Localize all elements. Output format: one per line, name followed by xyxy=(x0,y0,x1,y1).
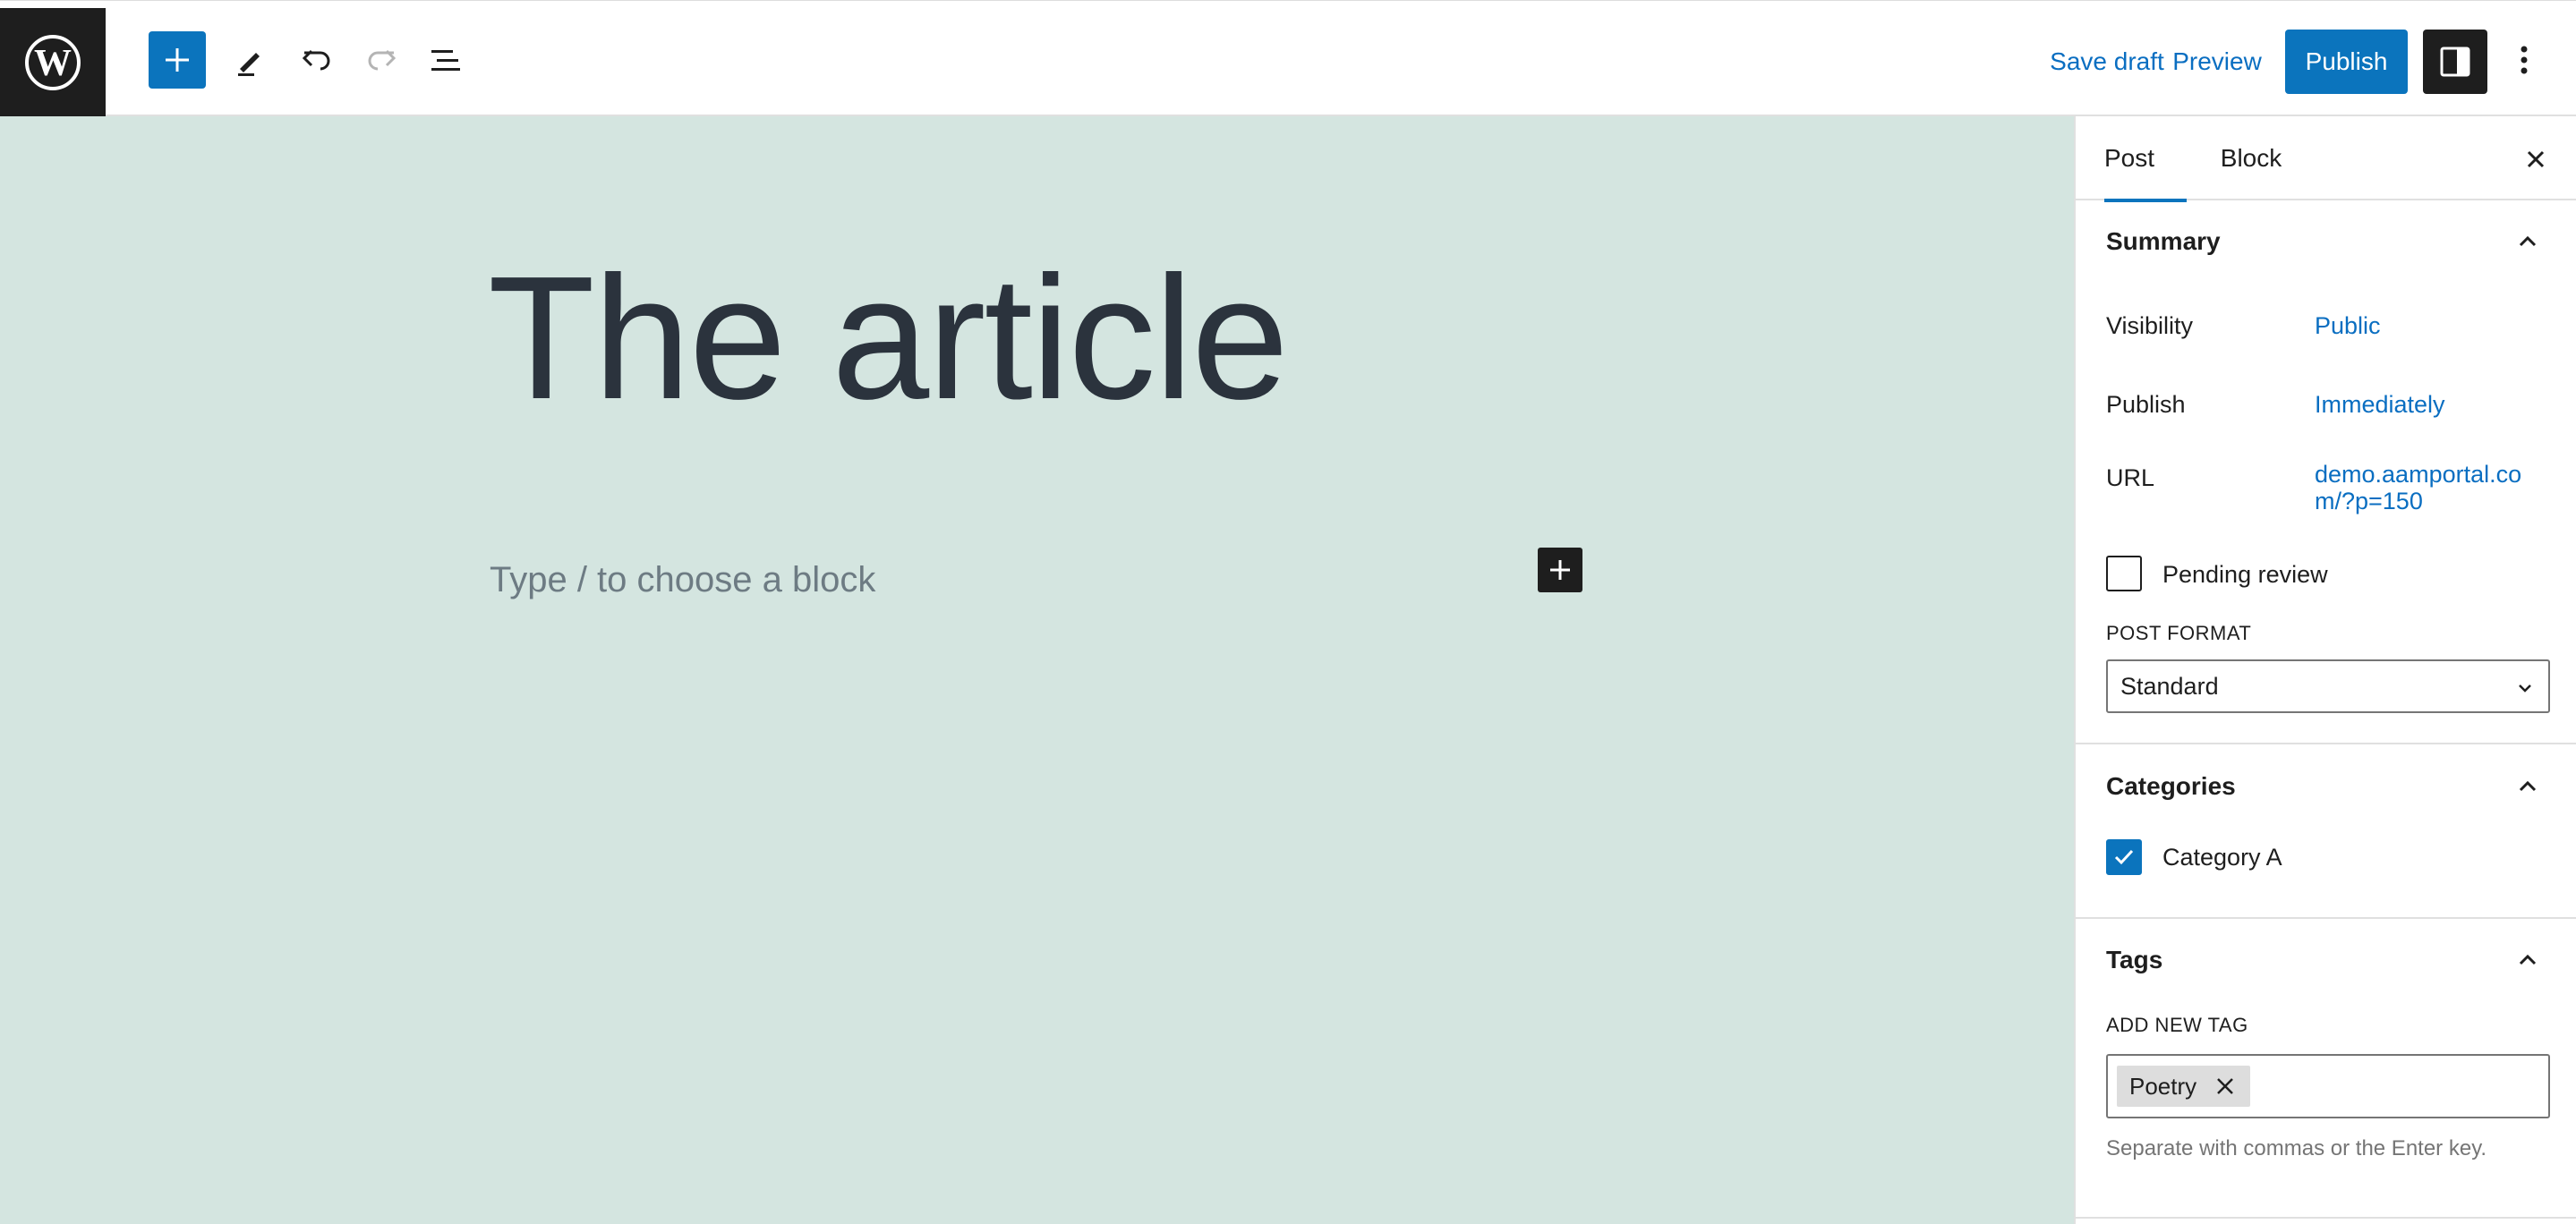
options-menu-button[interactable] xyxy=(2497,31,2551,89)
url-label: URL xyxy=(2106,464,2155,491)
save-draft-button[interactable]: Save draft xyxy=(2026,40,2188,83)
visibility-label: Visibility xyxy=(2106,312,2194,339)
tab-block[interactable]: Block xyxy=(2211,116,2291,200)
chevron-up-icon xyxy=(2519,780,2537,792)
add-new-tag-label: ADD NEW TAG xyxy=(2106,1014,2248,1036)
svg-text:W: W xyxy=(34,43,72,84)
tag-chip-label: Poetry xyxy=(2129,1072,2197,1100)
editor-canvas: The article Type / to choose a block xyxy=(0,116,2074,1224)
visibility-value[interactable]: Public xyxy=(2315,312,2381,339)
post-format-value: Standard xyxy=(2120,672,2219,700)
settings-toggle-button[interactable] xyxy=(2423,30,2487,94)
category-a-checkbox[interactable] xyxy=(2106,839,2142,875)
tab-post[interactable]: Post xyxy=(2104,116,2187,202)
category-a-label: Category A xyxy=(2162,844,2282,871)
wordpress-logo-icon: W xyxy=(25,34,81,90)
list-view-button[interactable] xyxy=(417,31,474,89)
undo-icon xyxy=(302,49,330,71)
block-placeholder[interactable]: Type / to choose a block xyxy=(490,560,875,600)
url-value[interactable]: demo.aamportal.com/?p=150 xyxy=(2315,461,2547,514)
publish-label: Publish xyxy=(2106,391,2186,418)
close-icon xyxy=(2217,1078,2234,1094)
list-view-icon xyxy=(431,50,460,71)
chevron-down-icon xyxy=(2519,684,2531,693)
sidebar-panel-icon xyxy=(2440,47,2470,77)
more-vertical-icon xyxy=(2521,46,2528,74)
close-sidebar-button[interactable] xyxy=(2511,134,2561,184)
tag-input-field[interactable]: Poetry xyxy=(2106,1054,2550,1118)
block-inserter-button[interactable] xyxy=(149,31,206,89)
post-format-label: POST FORMAT xyxy=(2106,622,2252,644)
tools-button[interactable] xyxy=(222,31,279,89)
pencil-icon xyxy=(238,53,260,76)
chevron-up-icon xyxy=(2519,235,2537,247)
panel-divider xyxy=(2076,1217,2576,1219)
settings-sidebar: Post Block Summary Visibility Public Pub… xyxy=(2074,116,2576,1224)
add-block-button[interactable] xyxy=(1538,548,1582,592)
redo-icon xyxy=(368,49,397,71)
summary-heading: Summary xyxy=(2106,227,2221,255)
pending-review-checkbox[interactable] xyxy=(2106,556,2142,591)
checkmark-icon xyxy=(2114,849,2134,865)
categories-heading: Categories xyxy=(2106,772,2236,800)
publish-date-value[interactable]: Immediately xyxy=(2315,391,2445,418)
wordpress-logo-button[interactable]: W xyxy=(0,8,106,116)
undo-button[interactable] xyxy=(288,31,345,89)
remove-tag-button[interactable] xyxy=(2214,1075,2236,1097)
post-title[interactable]: The article xyxy=(488,251,1289,426)
pending-review-label: Pending review xyxy=(2162,561,2328,588)
publish-button[interactable]: Publish xyxy=(2285,30,2408,94)
tags-panel-toggle[interactable]: Tags xyxy=(2076,921,2576,999)
preview-button[interactable]: Preview xyxy=(2171,40,2263,83)
plus-icon xyxy=(1550,560,1570,580)
tag-chip: Poetry xyxy=(2117,1066,2251,1107)
sidebar-tabs: Post Block xyxy=(2076,116,2576,202)
categories-panel-toggle[interactable]: Categories xyxy=(2076,747,2576,826)
close-icon xyxy=(2527,150,2545,168)
summary-panel-toggle[interactable]: Summary xyxy=(2076,202,2576,281)
panel-divider xyxy=(2076,743,2576,744)
tag-help-text: Separate with commas or the Enter key. xyxy=(2106,1136,2487,1160)
tags-heading: Tags xyxy=(2106,946,2163,973)
post-format-select[interactable]: Standard xyxy=(2106,659,2550,713)
panel-divider xyxy=(2076,917,2576,919)
chevron-up-icon xyxy=(2519,954,2537,965)
editor-toolbar: W Save draft Preview Publish xyxy=(0,0,2576,116)
redo-button[interactable] xyxy=(353,31,410,89)
plus-icon xyxy=(166,48,189,72)
